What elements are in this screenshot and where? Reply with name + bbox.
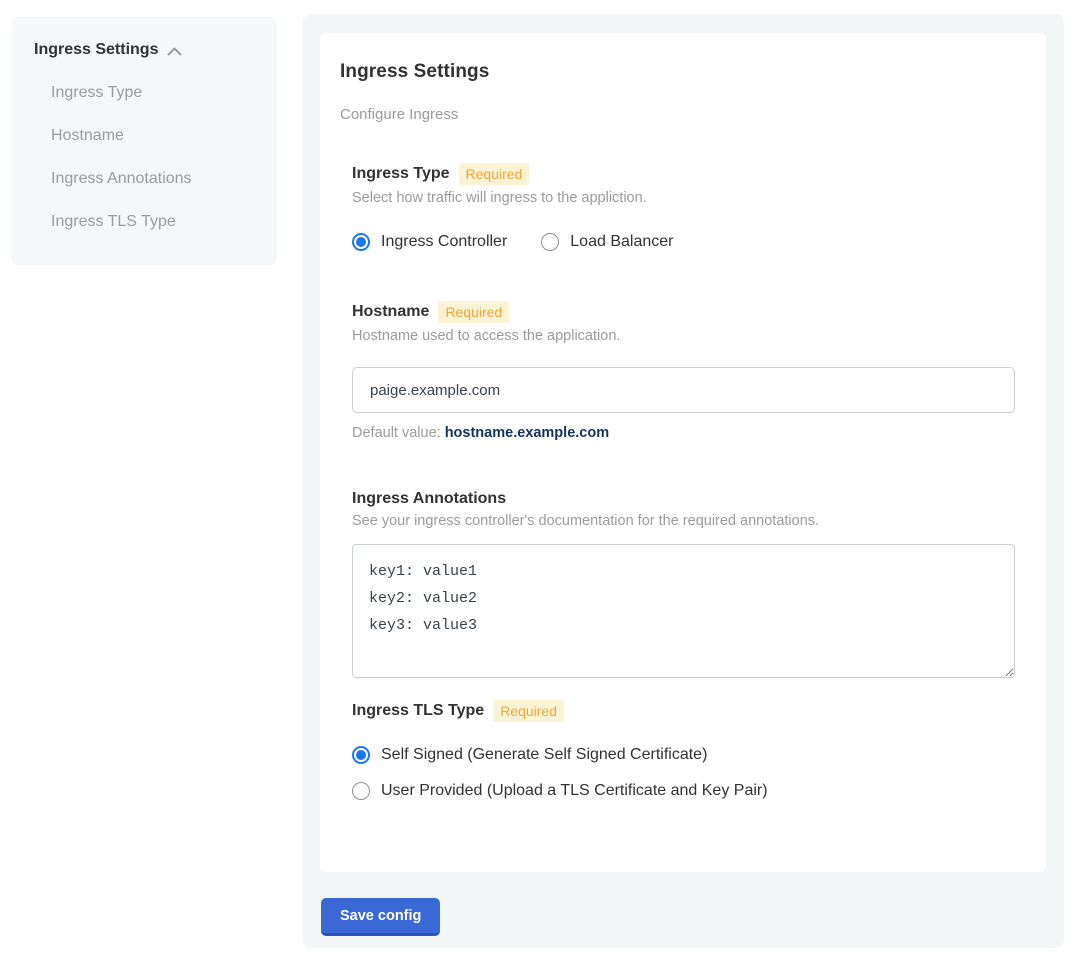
sidebar-item-ingress-tls-type[interactable]: Ingress TLS Type bbox=[51, 213, 257, 231]
ingress-type-radio-group: Ingress Controller Load Balancer bbox=[352, 233, 1015, 251]
hostname-default-note: Default value: hostname.example.com bbox=[352, 425, 1015, 441]
sidebar-item-ingress-annotations[interactable]: Ingress Annotations bbox=[51, 170, 257, 188]
section-title-ingress-annotations: Ingress Annotations bbox=[352, 490, 506, 508]
radio-ingress-controller[interactable]: Ingress Controller bbox=[352, 233, 507, 251]
radio-label: Load Balancer bbox=[570, 233, 673, 251]
help-text-ingress-type: Select how traffic will ingress to the a… bbox=[352, 190, 1015, 206]
required-badge: Required bbox=[459, 163, 530, 185]
section-title-hostname: Hostname bbox=[352, 303, 429, 321]
radio-button-icon bbox=[352, 746, 370, 764]
sidebar-group-toggle[interactable]: Ingress Settings bbox=[34, 41, 257, 59]
section-ingress-annotations: Ingress Annotations See your ingress con… bbox=[352, 490, 1015, 678]
required-badge: Required bbox=[438, 301, 509, 323]
radio-user-provided[interactable]: User Provided (Upload a TLS Certificate … bbox=[352, 782, 768, 800]
radio-self-signed[interactable]: Self Signed (Generate Self Signed Certif… bbox=[352, 746, 707, 764]
section-ingress-tls-type: Ingress TLS Type Required Self Signed (G… bbox=[352, 700, 1015, 800]
section-title-ingress-type: Ingress Type bbox=[352, 165, 450, 183]
required-badge: Required bbox=[493, 700, 564, 722]
section-ingress-type: Ingress Type Required Select how traffic… bbox=[352, 163, 1015, 251]
default-value-prefix: Default value: bbox=[352, 425, 445, 441]
hostname-input[interactable] bbox=[352, 367, 1015, 413]
sidebar-item-hostname[interactable]: Hostname bbox=[51, 127, 257, 145]
section-title-ingress-tls-type: Ingress TLS Type bbox=[352, 702, 484, 720]
config-card: Ingress Settings Configure Ingress Ingre… bbox=[320, 33, 1046, 872]
radio-label: User Provided (Upload a TLS Certificate … bbox=[381, 782, 768, 800]
save-config-button[interactable]: Save config bbox=[321, 898, 440, 936]
config-panel: Ingress Settings Configure Ingress Ingre… bbox=[303, 14, 1064, 948]
sidebar-group-title: Ingress Settings bbox=[34, 41, 158, 59]
config-nav-sidebar: Ingress Settings Ingress Type Hostname I… bbox=[12, 17, 277, 265]
help-text-ingress-annotations: See your ingress controller's documentat… bbox=[352, 513, 1015, 529]
page-subtitle: Configure Ingress bbox=[340, 106, 1015, 123]
chevron-up-icon bbox=[167, 47, 182, 56]
default-value-text: hostname.example.com bbox=[445, 425, 609, 441]
radio-button-icon bbox=[352, 233, 370, 251]
radio-label: Self Signed (Generate Self Signed Certif… bbox=[381, 746, 707, 764]
tls-type-radio-group: Self Signed (Generate Self Signed Certif… bbox=[352, 746, 1015, 800]
ingress-annotations-textarea[interactable]: key1: value1 key2: value2 key3: value3 bbox=[352, 544, 1015, 678]
radio-label: Ingress Controller bbox=[381, 233, 507, 251]
help-text-hostname: Hostname used to access the application. bbox=[352, 328, 1015, 344]
radio-load-balancer[interactable]: Load Balancer bbox=[541, 233, 673, 251]
radio-button-icon bbox=[352, 782, 370, 800]
page-title: Ingress Settings bbox=[340, 61, 1015, 83]
sidebar-item-ingress-type[interactable]: Ingress Type bbox=[51, 84, 257, 102]
radio-button-icon bbox=[541, 233, 559, 251]
section-hostname: Hostname Required Hostname used to acces… bbox=[352, 301, 1015, 441]
